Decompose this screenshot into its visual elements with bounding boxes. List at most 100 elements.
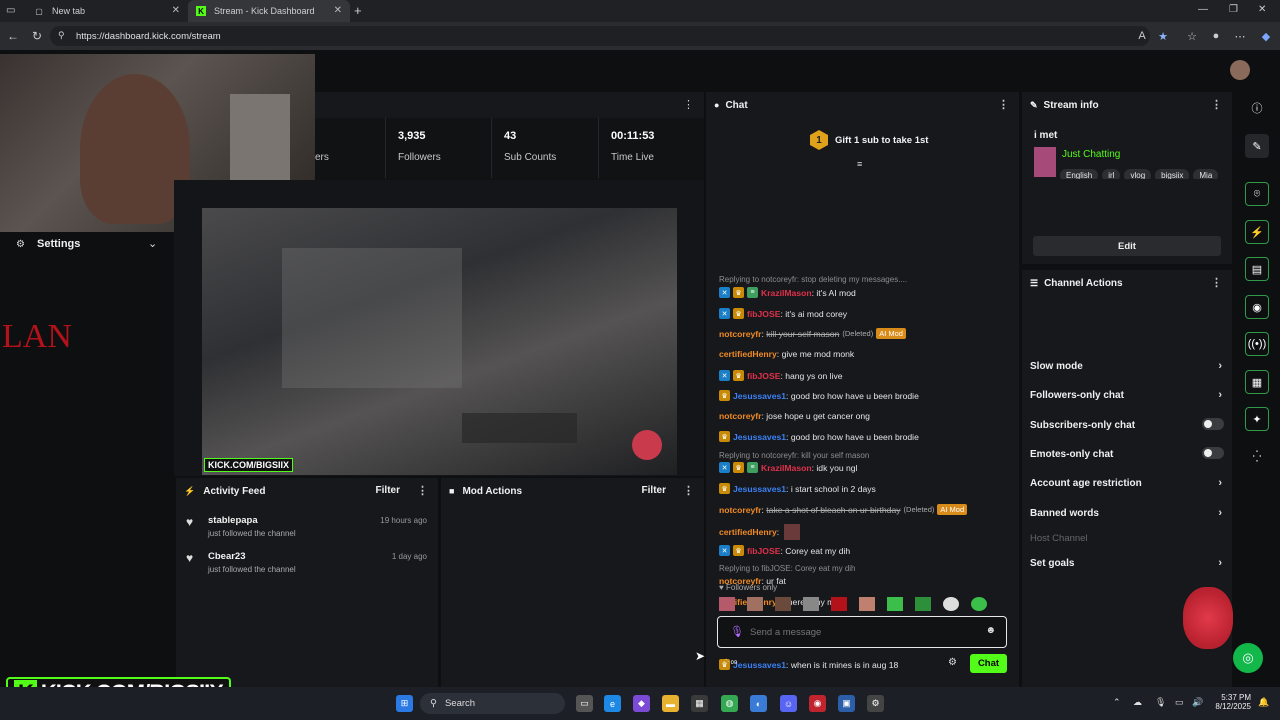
chat-username[interactable]: certifiedHenry — [719, 349, 777, 359]
windows-start-icon[interactable]: ⊞ — [396, 695, 413, 712]
chevron-down-icon[interactable]: ⌄ — [148, 237, 157, 250]
chat-username[interactable]: fibJOSE — [747, 371, 780, 381]
chat-username[interactable]: fibJOSE — [747, 309, 780, 319]
app-icon[interactable]: ◐ — [750, 695, 767, 712]
info-icon[interactable]: ⓘ — [1245, 96, 1269, 120]
chat-username[interactable]: notcoreyfr — [719, 505, 762, 515]
store-icon[interactable]: ▦ — [691, 695, 708, 712]
emote[interactable] — [971, 597, 987, 611]
channel-action-followers-only-chat[interactable]: Followers-only chat › — [1030, 389, 1224, 401]
chevron-right-icon[interactable]: › — [1218, 360, 1222, 372]
edge-icon[interactable]: e — [604, 695, 621, 712]
chevron-right-icon[interactable]: › — [1218, 389, 1222, 401]
points-icon[interactable]: ⁘∞ — [722, 657, 738, 668]
chat-username[interactable]: fibJOSE — [747, 546, 780, 556]
more-icon[interactable]: ⋯ — [1230, 26, 1250, 46]
chevron-right-icon[interactable]: › — [1218, 477, 1222, 489]
pinned-toggle-icon[interactable]: ≡ — [857, 159, 862, 169]
site-info-icon[interactable]: ⚲ — [58, 30, 65, 41]
toggle-switch[interactable] — [1202, 418, 1224, 430]
chat-username[interactable]: notcoreyfr — [719, 329, 762, 339]
chat-username[interactable]: certifiedHenry — [719, 527, 777, 537]
emote[interactable] — [775, 597, 791, 611]
chevron-right-icon[interactable]: › — [1218, 507, 1222, 519]
mod-actions-filter-button[interactable]: Filter — [642, 485, 666, 496]
back-icon[interactable]: ← — [2, 25, 24, 47]
activity-user[interactable]: stablepapa — [208, 515, 258, 526]
emoji-icon[interactable]: ☻ — [985, 625, 996, 636]
activity-filter-button[interactable]: Filter — [376, 485, 400, 496]
category-name[interactable]: Just Chatting — [1062, 149, 1120, 160]
user-avatar[interactable] — [1230, 60, 1250, 80]
channel-action-account-age-restriction[interactable]: Account age restriction › — [1030, 477, 1224, 489]
support-chat-icon[interactable]: ◎ — [1233, 643, 1263, 673]
kebab-icon[interactable]: ⋮ — [417, 484, 428, 497]
emote[interactable] — [719, 597, 735, 611]
copilot-icon[interactable]: ◆ — [1256, 26, 1276, 46]
kebab-icon[interactable]: ⋮ — [683, 98, 694, 111]
favorite-star-icon[interactable]: ★ — [1153, 26, 1173, 46]
activity-user[interactable]: Cbear23 — [208, 551, 246, 562]
channel-action-subscribers-only-chat[interactable]: Subscribers-only chat — [1030, 418, 1224, 431]
settings-taskbar-icon[interactable]: ⚙ — [867, 695, 884, 712]
layout-icon[interactable]: ▦ — [1245, 370, 1269, 394]
dots-icon[interactable]: ⁛ — [1245, 444, 1269, 468]
volume-icon[interactable]: 🔊 — [1192, 697, 1203, 708]
chat-input-box[interactable]: 🎙 ☻ — [717, 616, 1007, 648]
chat-username[interactable]: Jesussaves1 — [733, 484, 786, 494]
file-explorer-icon[interactable]: ▬ — [662, 695, 679, 712]
read-aloud-icon[interactable]: A — [1132, 26, 1152, 46]
kebab-icon[interactable]: ⋮ — [683, 484, 694, 497]
channel-action-banned-words[interactable]: Banned words › — [1030, 507, 1224, 519]
chat-settings-gear-icon[interactable]: ⚙ — [948, 657, 957, 668]
task-view-icon[interactable]: ▭ — [576, 695, 593, 712]
microphone-icon[interactable]: 🎙 — [730, 625, 744, 638]
chat-username[interactable]: Jesussaves1 — [733, 432, 786, 442]
pinned-message[interactable]: Gift 1 sub to take 1st — [835, 135, 928, 146]
chat-username[interactable]: Jesussaves1 — [733, 660, 786, 670]
obs-icon[interactable]: ◉ — [809, 695, 826, 712]
edit-stream-info-button[interactable]: Edit — [1033, 236, 1221, 256]
copilot-taskbar-icon[interactable]: ◆ — [633, 695, 650, 712]
chrome-icon[interactable]: ◍ — [721, 695, 738, 712]
close-icon[interactable]: ✕ — [172, 5, 180, 16]
monitor-app-icon[interactable]: ▣ — [838, 695, 855, 712]
discord-icon[interactable]: ☺ — [780, 695, 797, 712]
chat-username[interactable]: notcoreyfr — [719, 411, 762, 421]
channel-action-set-goals[interactable]: Set goals › — [1030, 557, 1224, 569]
broadcast-icon[interactable]: ((•)) — [1245, 332, 1269, 356]
close-icon[interactable]: ✕ — [334, 5, 342, 16]
clock[interactable]: 5:37 PM 8/12/2025 — [1209, 693, 1251, 711]
focus-icon[interactable]: ⌾ — [1245, 182, 1269, 206]
stream-video-preview[interactable]: KICK.COM/BIGSIIX — [202, 208, 677, 475]
tab-kick-dashboard[interactable]: K Stream - Kick Dashboard ✕ — [188, 0, 350, 22]
tab-new-tab[interactable]: ▢ New tab ✕ — [26, 0, 188, 22]
channel-action-emotes-only-chat[interactable]: Emotes-only chat — [1030, 447, 1224, 460]
emote[interactable] — [915, 597, 931, 611]
window-close-icon[interactable]: ✕ — [1258, 4, 1266, 15]
emote[interactable] — [747, 597, 763, 611]
emote[interactable] — [859, 597, 875, 611]
chat-message-input[interactable] — [750, 623, 970, 641]
new-tab-plus-icon[interactable]: + — [354, 3, 362, 18]
refresh-icon[interactable]: ↻ — [26, 25, 48, 47]
kebab-icon[interactable]: ⋮ — [998, 98, 1009, 111]
chat-username[interactable]: Jesussaves1 — [733, 391, 786, 401]
profile-icon[interactable]: ● — [1206, 26, 1226, 46]
toggle-switch[interactable] — [1202, 447, 1224, 459]
chat-username[interactable]: KrazilMason — [761, 463, 812, 473]
restore-icon[interactable]: ❐ — [1229, 4, 1238, 15]
kebab-icon[interactable]: ⋮ — [1211, 98, 1222, 111]
emote[interactable] — [943, 597, 959, 611]
minimize-icon[interactable]: — — [1198, 4, 1208, 15]
emote[interactable] — [887, 597, 903, 611]
flash-icon[interactable]: ⚡ — [1245, 220, 1269, 244]
notes-icon[interactable]: ▤ — [1245, 257, 1269, 281]
emote[interactable] — [803, 597, 819, 611]
mic-tray-icon[interactable]: 🎙 — [1155, 697, 1166, 708]
taskbar-search[interactable]: ⚲ Search — [420, 693, 565, 714]
kebab-icon[interactable]: ⋮ — [1211, 276, 1222, 289]
notification-icon[interactable]: 🔔 — [1258, 697, 1269, 708]
wrench-icon[interactable]: ✦ — [1245, 407, 1269, 431]
tray-chevron-icon[interactable]: ⌃ — [1113, 697, 1121, 708]
